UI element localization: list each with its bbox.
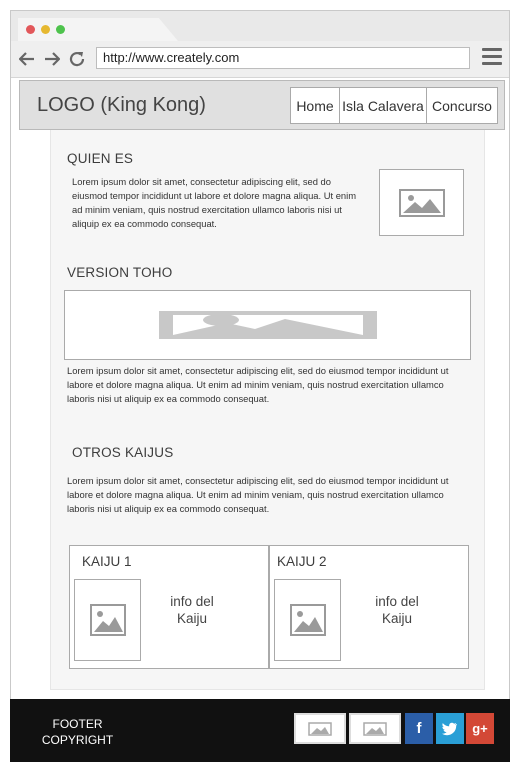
google-plus-icon[interactable]: g+ xyxy=(466,713,494,744)
kaiju-info-text: info del Kaiju xyxy=(152,593,232,627)
kaiju-info-line: info del xyxy=(170,594,214,609)
section-title-version-toho: VERSION TOHO xyxy=(67,265,173,280)
kaiju-image-placeholder-icon xyxy=(274,579,341,661)
minimize-window-dot[interactable] xyxy=(41,25,50,34)
footer-image-placeholder-icon xyxy=(294,713,346,744)
footer-text: FOOTER COPYRIGHT xyxy=(40,716,115,748)
reload-icon[interactable] xyxy=(66,48,88,70)
footer-label: FOOTER xyxy=(52,717,103,731)
nav-concurso[interactable]: Concurso xyxy=(426,87,498,124)
section-title-quien-es: QUIEN ES xyxy=(67,151,134,166)
maximize-window-dot[interactable] xyxy=(56,25,65,34)
facebook-icon[interactable]: f xyxy=(405,713,433,744)
url-bar[interactable]: http://www.creately.com xyxy=(96,47,470,69)
kaiju-card-title: KAIJU 1 xyxy=(82,554,132,569)
twitter-icon[interactable] xyxy=(436,713,464,744)
kaiju-info-text: info del Kaiju xyxy=(357,593,437,627)
kaiju-info-line: Kaiju xyxy=(176,611,208,626)
back-arrow-icon[interactable] xyxy=(16,48,38,70)
image-placeholder-icon xyxy=(379,169,464,236)
site-logo[interactable]: LOGO (King Kong) xyxy=(37,94,206,117)
nav-home[interactable]: Home xyxy=(290,87,340,124)
forward-arrow-icon[interactable] xyxy=(41,48,63,70)
close-window-dot[interactable] xyxy=(26,25,35,34)
kaiju-card-title: KAIJU 2 xyxy=(277,554,327,569)
version-toho-text: Lorem ipsum dolor sit amet, consectetur … xyxy=(67,365,449,404)
otros-kaijus-text: Lorem ipsum dolor sit amet, consectetur … xyxy=(67,475,449,514)
footer-image-placeholder-icon xyxy=(349,713,401,744)
banner-image-placeholder-icon xyxy=(64,290,471,360)
quien-es-text: Lorem ipsum dolor sit amet, consectetur … xyxy=(72,176,357,229)
copyright-label: COPYRIGHT xyxy=(41,733,114,747)
kaiju-info-line: Kaiju xyxy=(381,611,413,626)
section-title-otros-kaijus: OTROS KAIJUS xyxy=(72,445,174,460)
nav-isla-calavera[interactable]: Isla Calavera xyxy=(339,87,427,124)
hamburger-menu-icon[interactable] xyxy=(482,48,502,68)
kaiju-info-line: info del xyxy=(375,594,419,609)
kaiju-image-placeholder-icon xyxy=(74,579,141,661)
